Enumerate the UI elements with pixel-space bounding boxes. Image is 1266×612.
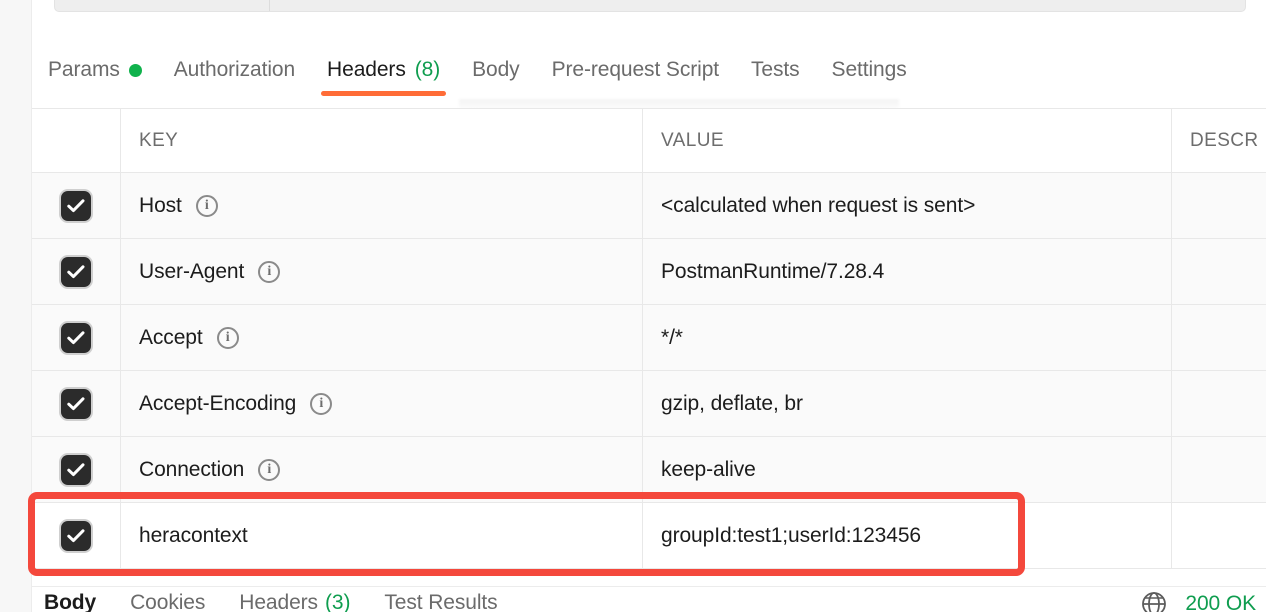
response-tab-headers-label: Headers [239, 591, 318, 612]
response-tab-body-label: Body [44, 591, 97, 612]
tab-pre-request-script-label: Pre-request Script [551, 58, 720, 81]
params-modified-dot-icon [128, 63, 142, 77]
tab-settings[interactable]: Settings [816, 46, 923, 94]
info-icon[interactable]: i [216, 326, 239, 349]
tab-headers-label: Headers [327, 58, 406, 81]
headers-table: KEY VALUE DESCR Host i <calculated when … [32, 108, 1266, 569]
tab-headers-count: (8) [414, 58, 441, 81]
response-tab-test-results-label: Test Results [384, 591, 498, 612]
row-key-text: Accept [139, 325, 203, 349]
row-checkbox[interactable] [61, 520, 91, 551]
row-checkbox-cell [32, 371, 121, 436]
response-tab-bar: Body Cookies Headers (3) Test Results 20… [32, 586, 1266, 612]
url-bar[interactable] [54, 0, 1246, 12]
row-checkbox-cell [32, 305, 121, 370]
row-value-cell[interactable]: gzip, deflate, br [643, 371, 1172, 436]
column-header-description: DESCR [1190, 129, 1259, 151]
row-key-cell[interactable]: Connection i [121, 437, 643, 502]
response-status-group: 200 OK [1141, 591, 1256, 612]
tab-tests[interactable]: Tests [735, 46, 816, 94]
row-value-text: keep-alive [661, 457, 756, 481]
row-checkbox-cell [32, 239, 121, 304]
row-checkbox[interactable] [61, 190, 91, 221]
postman-request-pane: Params Authorization Headers (8) Body Pr… [0, 0, 1266, 612]
row-key-text: heracontext [139, 523, 248, 547]
tab-authorization-label: Authorization [173, 58, 296, 81]
response-tab-headers[interactable]: Headers (3) [239, 591, 350, 612]
info-icon[interactable]: i [310, 392, 333, 415]
row-value-text: gzip, deflate, br [661, 391, 803, 415]
response-status-text: 200 OK [1185, 592, 1256, 612]
row-key-cell[interactable]: Accept i [121, 305, 643, 370]
column-header-key: KEY [121, 109, 643, 172]
column-header-value: VALUE [643, 109, 1172, 172]
row-key-cell[interactable]: Host i [121, 173, 643, 238]
tab-body-label: Body [472, 58, 520, 81]
row-description-cell[interactable] [1172, 305, 1266, 370]
row-key-cell[interactable]: heracontext [121, 503, 643, 568]
column-header-checkbox [32, 109, 121, 172]
tab-headers[interactable]: Headers (8) [311, 46, 456, 96]
table-header-row: KEY VALUE DESCR [32, 109, 1266, 173]
row-key-cell[interactable]: User-Agent i [121, 239, 643, 304]
http-method-select[interactable] [55, 0, 270, 11]
tab-params[interactable]: Params [32, 46, 158, 94]
globe-icon [1141, 591, 1167, 612]
row-checkbox[interactable] [61, 388, 91, 419]
row-checkbox[interactable] [61, 256, 91, 287]
row-key-cell[interactable]: Accept-Encoding i [121, 371, 643, 436]
sidebar-edge-strip [0, 0, 32, 612]
tab-authorization[interactable]: Authorization [158, 46, 311, 94]
row-key-text: Host [139, 193, 182, 217]
row-value-text: <calculated when request is sent> [661, 193, 976, 217]
response-tab-cookies[interactable]: Cookies [130, 591, 205, 612]
row-checkbox-cell [32, 503, 121, 568]
row-checkbox-cell [32, 437, 121, 502]
row-key-text: Accept-Encoding [139, 391, 297, 415]
request-url-input[interactable] [270, 0, 1245, 11]
tab-pre-request-script[interactable]: Pre-request Script [536, 46, 735, 94]
row-description-cell[interactable] [1172, 437, 1266, 502]
row-key-text: User-Agent [139, 259, 245, 283]
response-tab-body[interactable]: Body [44, 591, 96, 612]
row-checkbox-cell [32, 173, 121, 238]
row-value-cell[interactable]: <calculated when request is sent> [643, 173, 1172, 238]
row-description-cell[interactable] [1172, 371, 1266, 436]
url-bar-clipped [32, 0, 1266, 13]
info-icon[interactable]: i [258, 458, 281, 481]
row-value-text: */* [661, 325, 683, 349]
row-value-text: groupId:test1;userId:123456 [661, 523, 921, 547]
row-description-cell[interactable] [1172, 173, 1266, 238]
response-tab-test-results[interactable]: Test Results [384, 591, 497, 612]
request-tab-bar: Params Authorization Headers (8) Body Pr… [32, 20, 1266, 113]
response-tab-row: Body Cookies Headers (3) Test Results [44, 591, 498, 612]
table-row: Accept-Encoding i gzip, deflate, br [32, 371, 1266, 437]
tab-settings-label: Settings [831, 58, 907, 81]
active-tab-underline [321, 91, 447, 96]
request-tab-row: Params Authorization Headers (8) Body Pr… [32, 20, 923, 96]
table-row: Accept i */* [32, 305, 1266, 371]
row-checkbox[interactable] [61, 322, 91, 353]
tab-tests-label: Tests [751, 58, 800, 81]
info-icon[interactable]: i [258, 260, 281, 283]
row-key-text: Connection [139, 457, 245, 481]
row-description-cell[interactable] [1172, 239, 1266, 304]
row-value-cell[interactable]: PostmanRuntime/7.28.4 [643, 239, 1172, 304]
row-value-text: PostmanRuntime/7.28.4 [661, 259, 885, 283]
table-row: Host i <calculated when request is sent> [32, 173, 1266, 239]
row-value-cell[interactable]: */* [643, 305, 1172, 370]
response-tab-headers-count: (3) [324, 591, 351, 612]
response-tab-cookies-label: Cookies [130, 591, 206, 612]
info-icon[interactable]: i [195, 194, 218, 217]
row-value-cell[interactable]: keep-alive [643, 437, 1172, 502]
row-description-cell[interactable] [1172, 503, 1266, 568]
row-value-cell[interactable]: groupId:test1;userId:123456 [643, 503, 1172, 568]
tab-params-label: Params [48, 58, 120, 81]
tab-body[interactable]: Body [456, 46, 535, 94]
table-row: User-Agent i PostmanRuntime/7.28.4 [32, 239, 1266, 305]
table-row: Connection i keep-alive [32, 437, 1266, 503]
table-row-heracontext: heracontext groupId:test1;userId:123456 [32, 503, 1266, 569]
row-checkbox[interactable] [61, 454, 91, 485]
